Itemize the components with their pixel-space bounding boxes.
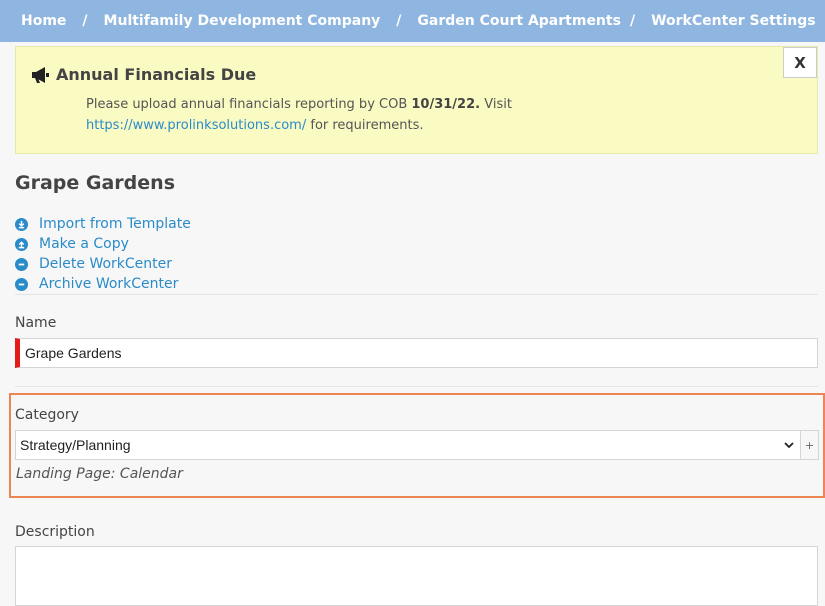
landing-page-text: Landing Page: Calendar	[16, 466, 183, 482]
delete-workcenter-label: Delete WorkCenter	[39, 256, 173, 272]
alert-message-end: for requirements.	[306, 118, 424, 133]
category-label: Category	[15, 407, 79, 423]
minus-circle-icon	[15, 257, 28, 271]
import-template-label: Import from Template	[39, 216, 191, 232]
alert-title: Annual Financials Due	[30, 65, 256, 84]
minus-circle-icon	[15, 277, 28, 291]
breadcrumb-separator: /	[396, 13, 402, 29]
alert-message-start: Please upload annual financials reportin…	[86, 97, 412, 112]
alert-message-visit: Visit	[480, 97, 512, 112]
category-select[interactable]: Strategy/Planning	[15, 430, 801, 460]
add-category-button[interactable]: +	[801, 430, 819, 460]
make-copy-label: Make a Copy	[39, 236, 129, 252]
delete-workcenter-link[interactable]: Delete WorkCenter	[15, 254, 191, 274]
breadcrumb-property[interactable]: Garden Court Apartments	[417, 13, 621, 29]
alert-message: Please upload annual financials reportin…	[86, 94, 736, 136]
category-selected-value: Strategy/Planning	[20, 437, 131, 453]
chevron-down-icon	[784, 442, 794, 449]
breadcrumb-separator: /	[629, 13, 636, 29]
megaphone-icon	[32, 66, 49, 83]
divider	[15, 294, 818, 295]
description-field[interactable]	[15, 546, 818, 606]
close-button[interactable]: X	[783, 47, 817, 78]
cloud-download-icon	[15, 217, 28, 231]
breadcrumb-separator: /	[82, 13, 88, 29]
breadcrumb-current: WorkCenter Settings	[651, 13, 816, 29]
alert-title-text: Annual Financials Due	[56, 65, 257, 84]
description-label: Description	[15, 524, 95, 540]
make-copy-link[interactable]: Make a Copy	[15, 234, 191, 254]
divider	[15, 386, 818, 387]
name-label: Name	[15, 315, 57, 331]
breadcrumb: Home / Multifamily Development Company /…	[0, 0, 825, 42]
announcement-alert: Annual Financials Due Please upload annu…	[15, 46, 818, 154]
cloud-upload-icon	[15, 237, 28, 251]
name-input[interactable]	[15, 338, 818, 368]
breadcrumb-home[interactable]: Home	[21, 13, 66, 29]
archive-workcenter-link[interactable]: Archive WorkCenter	[15, 274, 191, 294]
page-title: Grape Gardens	[15, 172, 175, 194]
import-template-link[interactable]: Import from Template	[15, 214, 191, 234]
action-list: Import from Template Make a Copy Delete …	[15, 214, 191, 294]
breadcrumb-company[interactable]: Multifamily Development Company	[104, 13, 381, 29]
archive-workcenter-label: Archive WorkCenter	[39, 276, 179, 292]
alert-link[interactable]: https://www.prolinksolutions.com/	[86, 118, 306, 133]
alert-deadline: 10/31/22.	[411, 97, 481, 112]
